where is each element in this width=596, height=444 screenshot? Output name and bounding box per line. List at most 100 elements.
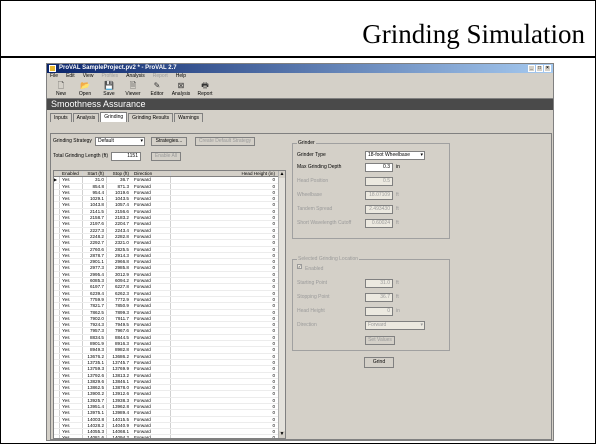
cell-start-ft[interactable]: 13862.5 xyxy=(83,385,107,391)
viewer-button[interactable]: 🗎 Viewer xyxy=(122,80,144,98)
cell-stop-ft[interactable]: 1057.4 xyxy=(107,202,131,207)
cell-head-height-in[interactable]: 0 xyxy=(171,417,277,422)
cell-stop-ft[interactable]: 8844.5 xyxy=(107,335,131,340)
cell-start-ft[interactable]: 2995.4 xyxy=(83,271,107,278)
cell-enabled[interactable]: Yes xyxy=(60,372,83,378)
cell-start-ft[interactable]: 854.8 xyxy=(83,183,107,189)
cell-start-ft[interactable]: 2901.1 xyxy=(83,259,107,265)
cell-start-ft[interactable]: 2292.7 xyxy=(83,240,107,246)
cell-direction[interactable]: Forward xyxy=(131,183,171,189)
cell-direction[interactable]: Forward xyxy=(131,177,171,183)
cell-direction[interactable]: Forward xyxy=(131,290,171,296)
menu-file[interactable]: File xyxy=(50,73,58,80)
cell-stop-ft[interactable]: 6262.3 xyxy=(107,291,131,296)
starting-point-field[interactable]: 31.0 xyxy=(365,279,393,288)
cell-start-ft[interactable]: 6085.3 xyxy=(83,278,107,284)
column-header-start-ft[interactable]: Start (ft) xyxy=(83,171,107,177)
cell-direction[interactable]: Forward xyxy=(131,353,171,359)
cell-direction[interactable]: Forward xyxy=(131,403,171,410)
cell-head-height-in[interactable]: 0 xyxy=(171,310,277,315)
cell-direction[interactable]: Forward xyxy=(131,416,171,422)
cell-head-height-in[interactable]: 0 xyxy=(171,221,277,226)
cell-enabled[interactable]: Yes xyxy=(60,403,83,410)
cell-enabled[interactable]: Yes xyxy=(60,341,83,347)
cell-direction[interactable]: Forward xyxy=(131,221,171,227)
menu-edit[interactable]: Edit xyxy=(66,73,75,80)
cell-stop-ft[interactable]: 8982.8 xyxy=(107,347,131,352)
cell-head-height-in[interactable]: 0 xyxy=(171,435,277,438)
cell-direction[interactable]: Forward xyxy=(131,196,171,202)
cell-direction[interactable]: Forward xyxy=(131,366,171,372)
cell-head-height-in[interactable]: 0 xyxy=(171,297,277,302)
grind-button[interactable]: Grind xyxy=(364,357,394,368)
cell-head-height-in[interactable]: 0 xyxy=(171,360,277,365)
cell-stop-ft[interactable]: 13846.1 xyxy=(107,379,131,384)
cell-direction[interactable]: Forward xyxy=(131,215,171,221)
cell-stop-ft[interactable]: 14094.2 xyxy=(107,435,131,438)
cell-start-ft[interactable]: 2760.6 xyxy=(83,246,107,252)
cell-start-ft[interactable]: 14028.2 xyxy=(83,422,107,429)
cell-direction[interactable]: Forward xyxy=(131,429,171,435)
scroll-up-icon[interactable]: ▲ xyxy=(279,171,285,178)
cell-start-ft[interactable]: 13829.6 xyxy=(83,378,107,385)
cell-stop-ft[interactable]: 13938.3 xyxy=(107,398,131,403)
table-row[interactable]: Yes 14081.6 14094.2 Forward 0 xyxy=(54,435,285,438)
cell-direction[interactable]: Forward xyxy=(131,359,171,366)
menu-profiles[interactable]: Profiles xyxy=(101,73,118,80)
cell-enabled[interactable]: Yes xyxy=(60,366,83,372)
cell-stop-ft[interactable]: 1043.5 xyxy=(107,196,131,201)
cell-enabled[interactable]: Yes xyxy=(60,183,83,189)
cell-direction[interactable]: Forward xyxy=(131,296,171,303)
cell-start-ft[interactable]: 13900.2 xyxy=(83,391,107,397)
cell-stop-ft[interactable]: 14068.1 xyxy=(107,429,131,434)
column-header-enabled[interactable]: Enabled xyxy=(60,171,83,177)
cell-direction[interactable]: Forward xyxy=(131,328,171,334)
cell-start-ft[interactable]: 2197.6 xyxy=(83,221,107,227)
cell-start-ft[interactable]: 13951.4 xyxy=(83,403,107,410)
cell-start-ft[interactable]: 1043.8 xyxy=(83,202,107,208)
cell-head-height-in[interactable]: 0 xyxy=(171,322,277,327)
cell-direction[interactable]: Forward xyxy=(131,271,171,278)
column-header-direction[interactable]: Direction xyxy=(131,171,171,177)
enable-all-button[interactable]: Enable All xyxy=(151,152,181,161)
cell-enabled[interactable]: Yes xyxy=(60,391,83,397)
save-button[interactable]: 💾 Save xyxy=(98,80,120,98)
column-header-head-height-in[interactable]: Head Height (in) xyxy=(171,171,277,176)
max-depth-field[interactable]: 0.3 xyxy=(365,163,393,172)
create-default-strategy-button[interactable]: Create Default Strategy xyxy=(195,137,255,146)
enabled-checkbox[interactable]: ✓ xyxy=(297,264,302,270)
cell-head-height-in[interactable]: 0 xyxy=(171,373,277,378)
cell-stop-ft[interactable]: 13989.4 xyxy=(107,410,131,415)
cell-head-height-in[interactable]: 0 xyxy=(171,335,277,340)
cell-enabled[interactable]: Yes xyxy=(60,397,83,403)
tab-inputs[interactable]: Inputs xyxy=(50,113,72,122)
strategy-select[interactable]: Default xyxy=(95,137,145,146)
cell-direction[interactable]: Forward xyxy=(131,435,171,438)
cell-stop-ft[interactable]: 8916.3 xyxy=(107,341,131,346)
grinder-type-select[interactable]: 18-foot Wheelbase xyxy=(365,151,425,160)
cell-direction[interactable]: Forward xyxy=(131,233,171,240)
analysis-button[interactable]: ⊠ Analysis xyxy=(170,80,192,98)
cell-stop-ft[interactable]: 13912.6 xyxy=(107,391,131,396)
minimize-icon[interactable]: _ xyxy=(528,65,535,72)
cell-head-height-in[interactable]: 0 xyxy=(171,228,277,233)
stopping-point-field[interactable]: 36.7 xyxy=(365,293,393,302)
open-button[interactable]: 📂 Open xyxy=(74,80,96,98)
cell-direction[interactable]: Forward xyxy=(131,246,171,252)
column-header-stop-ft[interactable]: Stop (ft) xyxy=(107,171,131,176)
cell-enabled[interactable]: Yes xyxy=(60,278,83,284)
cell-direction[interactable]: Forward xyxy=(131,278,171,284)
cell-head-height-in[interactable]: 0 xyxy=(171,278,277,283)
head-position-field[interactable]: 0.5 xyxy=(365,177,393,186)
cell-enabled[interactable]: Yes xyxy=(60,233,83,240)
cell-head-height-in[interactable]: 0 xyxy=(171,429,277,434)
cutoff-field[interactable]: 0.60024 xyxy=(365,219,393,228)
cell-direction[interactable]: Forward xyxy=(131,341,171,347)
cell-direction[interactable]: Forward xyxy=(131,259,171,265)
cell-head-height-in[interactable]: 0 xyxy=(171,291,277,296)
cell-head-height-in[interactable]: 0 xyxy=(171,284,277,289)
cell-stop-ft[interactable]: 2282.8 xyxy=(107,234,131,239)
cell-enabled[interactable]: Yes xyxy=(60,303,83,309)
cell-head-height-in[interactable]: 0 xyxy=(171,259,277,264)
cell-enabled[interactable]: Yes xyxy=(60,353,83,359)
